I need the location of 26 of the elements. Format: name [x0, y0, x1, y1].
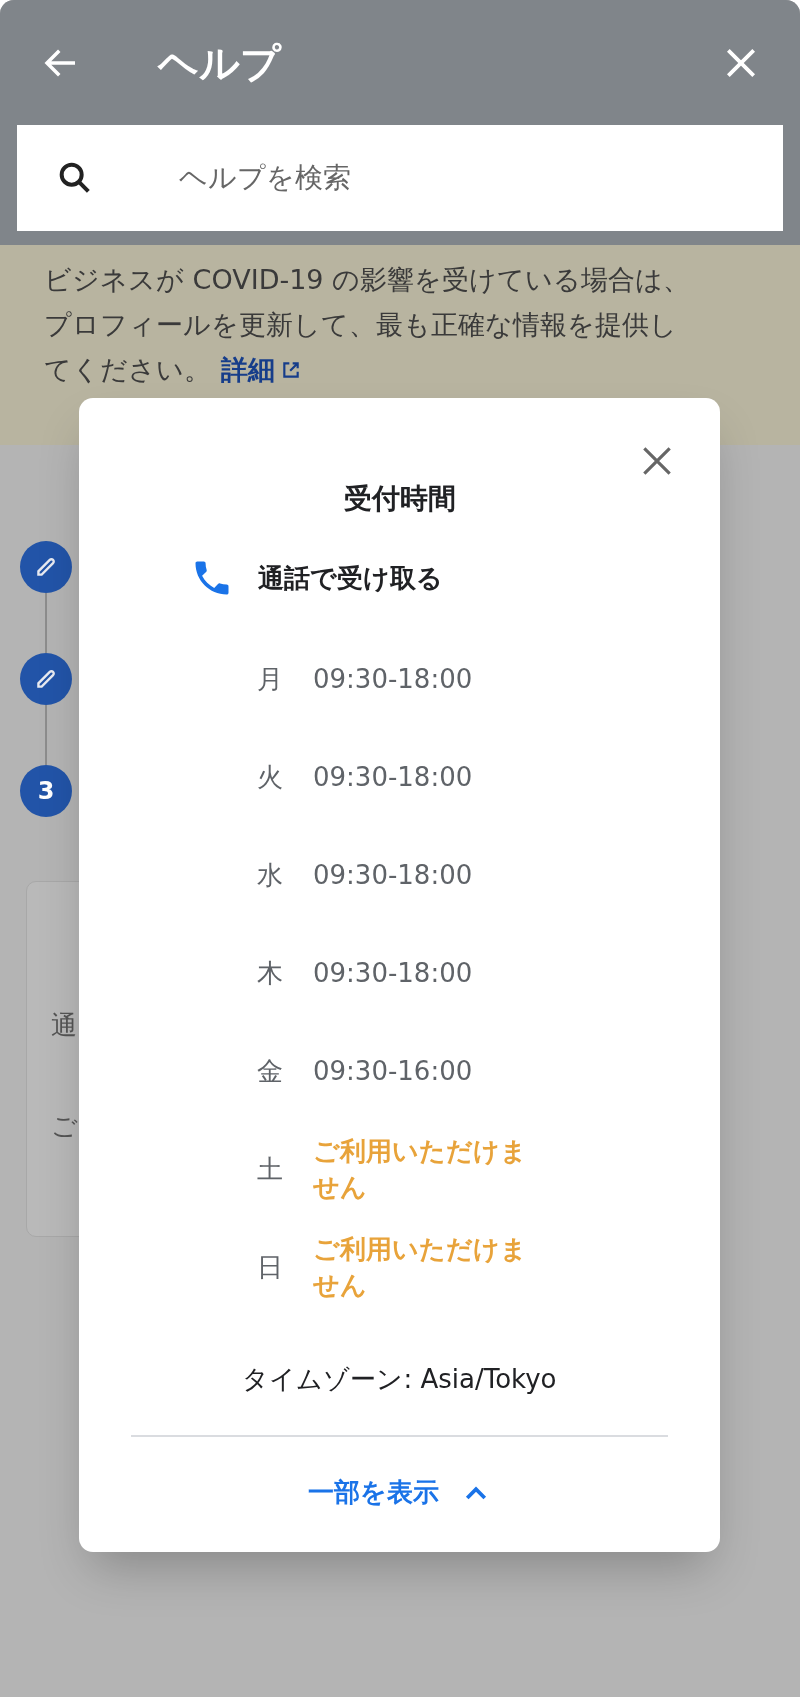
day-label: 金	[257, 1054, 284, 1088]
timezone-text: タイムゾーン: Asia/Tokyo	[242, 1363, 557, 1396]
dialog-title: 受付時間	[343, 481, 456, 517]
hours-text: 09:30-16:00	[313, 1054, 473, 1088]
day-label: 火	[257, 760, 284, 794]
search-field[interactable]: ヘルプを検索	[179, 157, 745, 199]
show-less-button[interactable]: 一部を表示	[300, 1467, 499, 1518]
hours-text: 09:30-18:00	[313, 760, 473, 794]
details-link[interactable]: 詳細	[221, 347, 301, 392]
hours-text: ご利用いただけません	[313, 1233, 528, 1302]
hours-text: 09:30-18:00	[313, 956, 473, 990]
header-title: ヘルプ	[158, 38, 281, 88]
card-text: 通	[51, 1009, 78, 1042]
day-label: 木	[257, 956, 284, 990]
notice-text: ビジネスが COVID-19 の影響を受けている場合は、 プロフィールを更新して、最も正確な情報を提供し てください。 詳細	[44, 257, 774, 392]
external-link-icon	[281, 359, 301, 380]
hours-text: 09:30-18:00	[313, 858, 473, 892]
contact-method: 通話で受け取る	[258, 561, 443, 595]
day-label: 水	[257, 858, 284, 892]
card-text: ご	[51, 1110, 79, 1143]
day-label: 土	[257, 1152, 284, 1186]
hours-text: ご利用いただけません	[313, 1135, 528, 1204]
day-label: 月	[257, 662, 284, 696]
search-box[interactable]: ヘルプを検索	[17, 125, 783, 231]
day-label: 日	[257, 1250, 284, 1284]
hours-text: 09:30-18:00	[313, 662, 473, 696]
